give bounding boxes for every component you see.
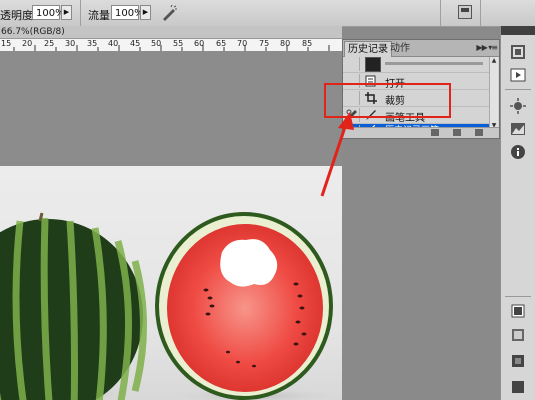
panel-toggle-icon[interactable] — [458, 5, 472, 19]
opacity-input[interactable]: 100% — [32, 5, 65, 20]
ruler-tick: 30 — [65, 39, 76, 48]
channels-dock-icon[interactable] — [509, 326, 527, 344]
info-dock-icon[interactable] — [509, 143, 527, 161]
color-dock-icon[interactable] — [509, 378, 527, 396]
snapshot-row[interactable] — [343, 56, 491, 73]
ruler-tick: 50 — [151, 39, 162, 48]
ruler-tick: 45 — [130, 39, 141, 48]
history-dock-icon[interactable] — [509, 43, 527, 61]
histogram-dock-icon[interactable] — [509, 120, 527, 138]
canvas-image[interactable] — [0, 166, 342, 400]
canvas-gray-area — [342, 140, 398, 400]
watermelon-photo — [0, 212, 342, 400]
history-panel-footer — [343, 127, 499, 138]
layers-dock-icon[interactable] — [509, 302, 527, 320]
paths-dock-icon[interactable] — [509, 352, 527, 370]
ruler-tick: 40 — [108, 39, 119, 48]
flow-input[interactable]: 100% — [111, 5, 144, 20]
ruler-tick: 80 — [280, 39, 291, 48]
ruler-tick: 15 — [1, 39, 12, 48]
ruler-tick: 55 — [173, 39, 184, 48]
tab-actions[interactable]: 动作 — [387, 41, 413, 56]
ruler-tick: 70 — [237, 39, 248, 48]
ruler-tick: 85 — [302, 39, 313, 48]
delete-state-icon[interactable] — [475, 129, 483, 136]
scroll-up-icon[interactable]: ▲ — [490, 57, 498, 64]
cut-watermelon — [155, 212, 333, 400]
document-window: 66.7%(RGB/8) 15 20 25 30 35 40 45 50 55 … — [0, 26, 342, 400]
panel-dock — [500, 26, 535, 400]
options-bar: 透明度: 100% ▶ 流量: 100% ▶ — [0, 0, 535, 27]
highlight-callout-box — [324, 83, 451, 118]
airbrush-icon[interactable] — [160, 4, 178, 22]
ruler-tick: 20 — [22, 39, 33, 48]
ruler-tick: 75 — [259, 39, 270, 48]
flow-label: 流量: — [88, 9, 114, 22]
document-tab[interactable]: 66.7%(RGB/8) — [0, 26, 342, 39]
ruler-tick: 65 — [216, 39, 227, 48]
snapshot-thumbnail-icon — [365, 57, 381, 72]
canvas-pasteboard — [0, 51, 342, 166]
panel-menu-icon[interactable]: ▶▶ ▾≡ — [476, 43, 498, 52]
ruler-tick: 35 — [87, 39, 98, 48]
opacity-dropdown-button[interactable]: ▶ — [61, 5, 72, 20]
actions-dock-icon[interactable] — [509, 66, 527, 84]
new-document-from-state-icon[interactable] — [431, 129, 439, 136]
panel-tab-bar: 历史记录 动作 ▶▶ ▾≡ — [343, 40, 499, 57]
tab-history[interactable]: 历史记录 — [344, 41, 392, 57]
create-snapshot-icon[interactable] — [453, 129, 461, 136]
ruler-tick: 60 — [194, 39, 205, 48]
flow-dropdown-button[interactable]: ▶ — [140, 5, 151, 20]
history-scrollbar[interactable]: ▲ ▼ — [489, 57, 498, 129]
whole-watermelon — [0, 212, 147, 400]
navigator-dock-icon[interactable] — [509, 97, 527, 115]
ruler-tick: 25 — [44, 39, 55, 48]
